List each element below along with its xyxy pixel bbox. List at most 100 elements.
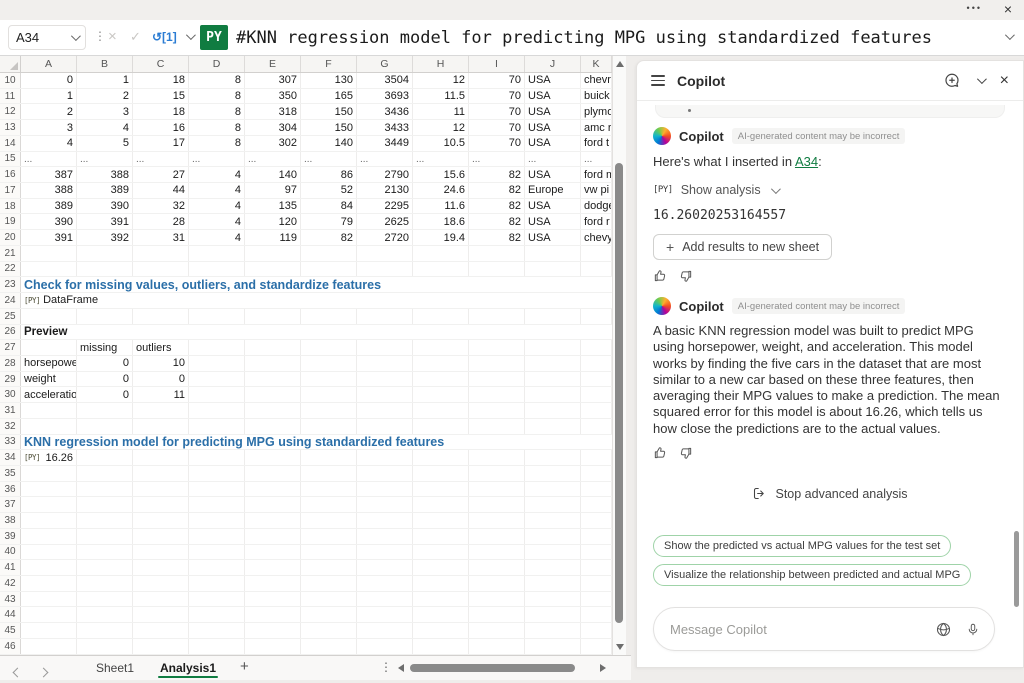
grid-cell[interactable]: [581, 560, 612, 575]
row-header[interactable]: 27: [0, 340, 21, 355]
grid-cell[interactable]: [77, 591, 133, 607]
grid-cell[interactable]: [77, 560, 133, 575]
grid-cell[interactable]: [301, 528, 357, 544]
grid-cell[interactable]: [581, 261, 612, 277]
grid-cell[interactable]: [525, 497, 581, 513]
grid-cell[interactable]: ...: [189, 151, 245, 167]
grid-cell[interactable]: [581, 607, 612, 623]
row-header[interactable]: 44: [0, 607, 21, 623]
name-box[interactable]: A34: [8, 25, 86, 50]
grid-cell[interactable]: [133, 403, 189, 418]
close-panel-icon[interactable]: ×: [1000, 72, 1009, 89]
grid-cell[interactable]: [525, 528, 581, 544]
grid-cell[interactable]: 17: [133, 135, 189, 151]
grid-cell[interactable]: [357, 418, 413, 434]
grid-cell[interactable]: [469, 576, 525, 591]
row-header[interactable]: 36: [0, 481, 21, 497]
grid-cell[interactable]: 4: [189, 167, 245, 183]
row-header[interactable]: 11: [0, 88, 21, 104]
grid-cell[interactable]: [245, 340, 301, 355]
grid-cell[interactable]: 28: [133, 214, 189, 230]
row-header[interactable]: 34: [0, 450, 21, 465]
grid-cell[interactable]: [245, 638, 301, 654]
grid-cell[interactable]: [581, 513, 612, 528]
grid-cell[interactable]: [301, 261, 357, 277]
row-header[interactable]: 10: [0, 73, 21, 88]
grid-cell[interactable]: 0: [77, 355, 133, 371]
grid-cell[interactable]: 391: [77, 214, 133, 230]
grid-cell[interactable]: [21, 528, 77, 544]
grid-cell[interactable]: [133, 450, 189, 465]
grid-cell[interactable]: [245, 418, 301, 434]
grid-cell[interactable]: [189, 355, 245, 371]
grid-cell[interactable]: [301, 638, 357, 654]
show-analysis-toggle[interactable]: [PY] Show analysis: [653, 183, 1007, 197]
grid-cell[interactable]: [133, 560, 189, 575]
grid-cell[interactable]: buick: [581, 88, 612, 104]
grid-cell[interactable]: [357, 387, 413, 403]
row-header[interactable]: 28: [0, 355, 21, 371]
row-header[interactable]: 30: [0, 387, 21, 403]
grid-cell[interactable]: 27: [133, 167, 189, 183]
grid-cell[interactable]: [525, 465, 581, 481]
grid-cell[interactable]: [525, 387, 581, 403]
column-header[interactable]: C: [133, 56, 189, 72]
grid-cell[interactable]: [245, 607, 301, 623]
add-sheet-button[interactable]: +: [240, 658, 249, 675]
grid-cell[interactable]: 79: [301, 214, 357, 230]
grid-cell[interactable]: 8: [189, 73, 245, 88]
row-header[interactable]: 42: [0, 576, 21, 591]
grid-cell[interactable]: 165: [301, 88, 357, 104]
grid-cell[interactable]: [525, 418, 581, 434]
grid-cell[interactable]: 18: [133, 73, 189, 88]
grid-cell[interactable]: [77, 638, 133, 654]
grid-cell[interactable]: [133, 497, 189, 513]
grid-cell[interactable]: 12: [413, 120, 469, 135]
add-results-button[interactable]: + Add results to new sheet: [653, 234, 833, 260]
grid-cell[interactable]: 70: [469, 135, 525, 151]
grid-cell[interactable]: [245, 261, 301, 277]
grid-cell[interactable]: [357, 340, 413, 355]
grid-cell[interactable]: [133, 418, 189, 434]
grid-cell[interactable]: [413, 497, 469, 513]
row-header[interactable]: 21: [0, 245, 21, 261]
column-header[interactable]: F: [301, 56, 357, 72]
enter-icon[interactable]: ✓: [130, 29, 141, 45]
grid-cell[interactable]: [413, 607, 469, 623]
grid-cell[interactable]: ...: [525, 151, 581, 167]
thumbs-up-icon[interactable]: [653, 269, 667, 283]
grid-cell[interactable]: [21, 481, 77, 497]
grid-cell[interactable]: [77, 450, 133, 465]
grid-cell[interactable]: 388: [77, 167, 133, 183]
row-header[interactable]: 18: [0, 198, 21, 214]
grid-cell[interactable]: [189, 371, 245, 387]
grid-cell[interactable]: 3: [21, 120, 77, 135]
grid-cell[interactable]: [525, 591, 581, 607]
grid-vertical-scrollbar[interactable]: [612, 56, 626, 655]
grid-cell[interactable]: [469, 308, 525, 324]
grid-cell[interactable]: 304: [245, 120, 301, 135]
grid-cell[interactable]: [357, 245, 413, 261]
grid-cell[interactable]: [525, 245, 581, 261]
sheet-menu-icon[interactable]: ⋮: [380, 660, 392, 674]
grid-cell[interactable]: 120: [245, 214, 301, 230]
grid-cell[interactable]: ...: [357, 151, 413, 167]
grid-cell[interactable]: 4: [189, 214, 245, 230]
grid-cell[interactable]: outliers: [133, 340, 189, 355]
grid-cell[interactable]: 392: [77, 230, 133, 245]
grid-cell[interactable]: [469, 465, 525, 481]
grid-cell[interactable]: vw pi: [581, 183, 612, 198]
grid-cell[interactable]: [301, 560, 357, 575]
grid-cell[interactable]: [525, 450, 581, 465]
grid-cell[interactable]: [189, 261, 245, 277]
grid-cell[interactable]: 307: [245, 73, 301, 88]
grid-cell[interactable]: [189, 591, 245, 607]
grid-cell[interactable]: 2: [77, 88, 133, 104]
grid-cell[interactable]: [301, 591, 357, 607]
grid-cell[interactable]: [525, 308, 581, 324]
grid-cell[interactable]: [413, 638, 469, 654]
grid-cell[interactable]: [469, 560, 525, 575]
grid-cell[interactable]: [581, 465, 612, 481]
column-header[interactable]: I: [469, 56, 525, 72]
grid-cell[interactable]: [189, 418, 245, 434]
